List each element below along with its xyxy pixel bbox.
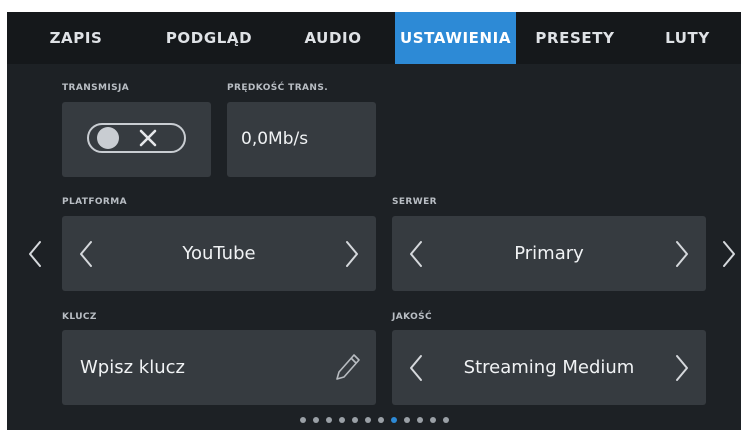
tab-podglad[interactable]: PODGLĄD [145, 12, 273, 64]
pencil-icon[interactable] [334, 352, 362, 382]
off-x-icon [139, 129, 157, 147]
page-prev-icon[interactable] [27, 240, 43, 268]
platform-selector: YouTube [62, 216, 376, 291]
tab-label: ZAPIS [49, 29, 103, 47]
page-dot-active [390, 417, 397, 423]
tab-bar: ZAPIS PODGLĄD AUDIO USTAWIENIA PRESETY L… [7, 12, 741, 64]
tab-label: USTAWIENIA [399, 29, 512, 47]
platform-value: YouTube [182, 243, 256, 264]
transmission-label: TRANSMISJA [62, 83, 130, 93]
tab-ustawienia[interactable]: USTAWIENIA [395, 12, 516, 64]
tab-label: LUTY [665, 29, 710, 47]
speed-label: PRĘDKOŚĆ TRANS. [227, 83, 329, 93]
chevron-right-icon[interactable] [674, 354, 690, 382]
tab-label: AUDIO [304, 29, 362, 47]
server-value: Primary [514, 243, 584, 264]
server-selector: Primary [392, 216, 706, 291]
platform-label: PLATFORMA [62, 197, 127, 207]
page-dot [377, 417, 384, 423]
page-dot [351, 417, 358, 423]
key-label: KLUCZ [62, 312, 97, 322]
tab-label: PODGLĄD [165, 29, 253, 47]
tab-presety[interactable]: PRESETY [516, 12, 634, 64]
camera-settings-screen: ZAPIS PODGLĄD AUDIO USTAWIENIA PRESETY L… [7, 12, 741, 430]
transmission-toggle[interactable] [87, 123, 186, 153]
quality-label: JAKOŚĆ [392, 312, 433, 322]
toggle-knob [97, 127, 119, 149]
page-dot [299, 417, 306, 423]
transmission-panel [62, 102, 211, 177]
tab-luty[interactable]: LUTY [634, 12, 741, 64]
page-dot [416, 417, 423, 423]
page-indicator [7, 417, 741, 425]
speed-panel: 0,0Mb/s [227, 102, 376, 177]
chevron-right-icon[interactable] [674, 240, 690, 268]
key-input[interactable]: Wpisz klucz [62, 330, 376, 405]
quality-value: Streaming Medium [463, 357, 635, 378]
page-dot [312, 417, 319, 423]
page-next-icon[interactable] [721, 240, 737, 268]
quality-selector: Streaming Medium [392, 330, 706, 405]
tab-zapis[interactable]: ZAPIS [7, 12, 145, 64]
chevron-right-icon[interactable] [344, 240, 360, 268]
speed-value: 0,0Mb/s [241, 129, 309, 149]
tab-audio[interactable]: AUDIO [273, 12, 393, 64]
page-dot [429, 417, 436, 423]
page-dot [325, 417, 332, 423]
page-dot [364, 417, 371, 423]
key-placeholder: Wpisz klucz [80, 357, 185, 378]
page-dot [403, 417, 410, 423]
page-dot [442, 417, 449, 423]
page-dot [338, 417, 345, 423]
tab-label: PRESETY [535, 29, 615, 47]
server-label: SERWER [392, 197, 437, 207]
